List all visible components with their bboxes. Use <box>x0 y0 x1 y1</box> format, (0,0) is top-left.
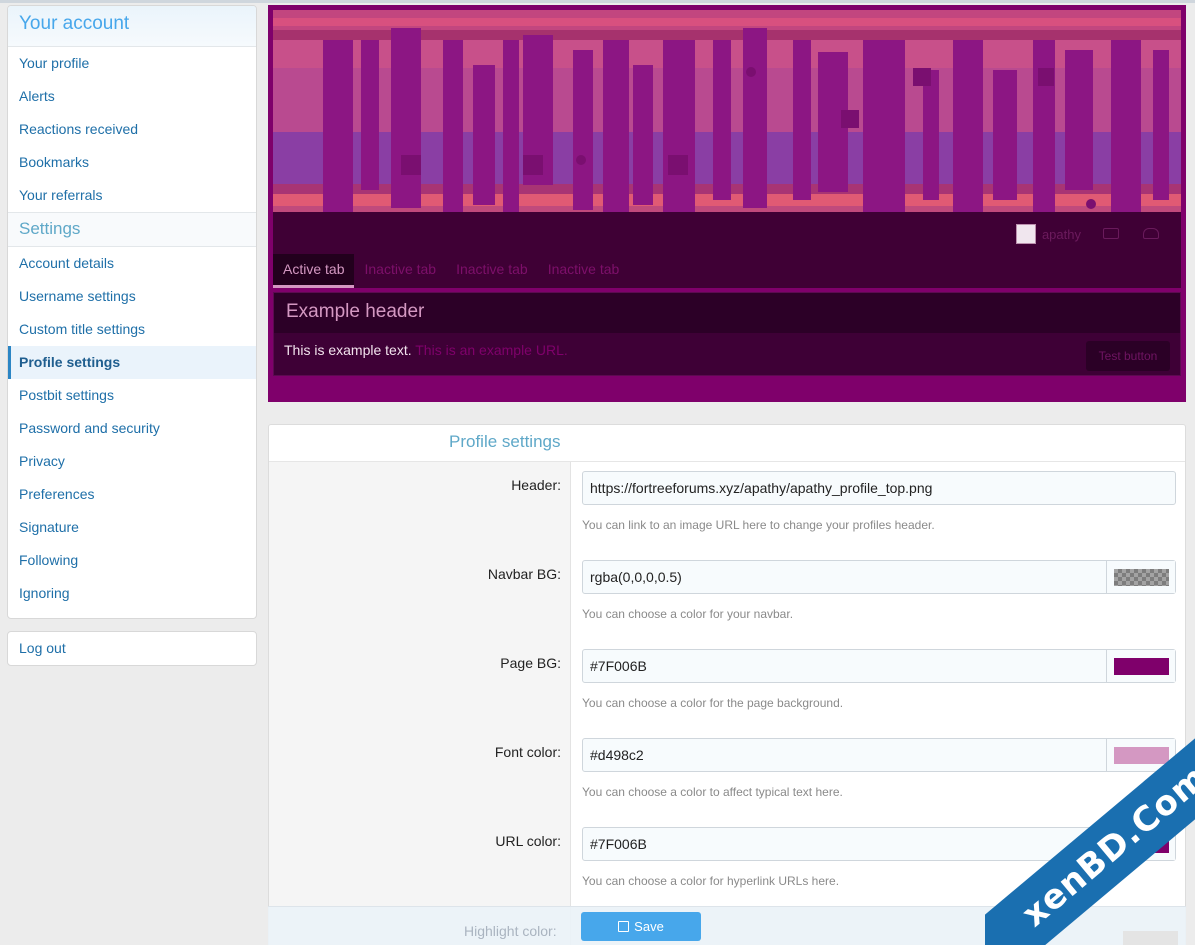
profile-settings-form: Profile settings Header: https://fortreef… <box>268 424 1186 945</box>
highlight-color-label: Highlight color: <box>464 923 557 939</box>
form-label-column <box>269 462 571 945</box>
sidebar-item-reactions-received[interactable]: Reactions received <box>8 113 256 146</box>
account-sidebar: Your account Your profile Alerts Reactions… <box>7 5 257 619</box>
test-button: Test button <box>1086 341 1170 371</box>
color-swatch <box>1114 747 1169 764</box>
save-button[interactable]: Save <box>581 912 701 941</box>
sidebar-item-privacy[interactable]: Privacy <box>8 445 256 478</box>
font-color-value: #d498c2 <box>590 747 644 763</box>
account-nav: Your profile Alerts Reactions received Book… <box>8 47 256 212</box>
font-color-hint: You can choose a color to affect typical… <box>582 785 843 799</box>
preview-navbar: apathy Active tab Inactive tab Inactive ta… <box>273 212 1181 288</box>
banner-pixel-art <box>273 10 1181 212</box>
navbar-bg-hint: You can choose a color for your navbar. <box>582 607 794 621</box>
example-block: Example header This is example text. Thi… <box>273 292 1181 376</box>
sidebar-item-signature[interactable]: Signature <box>8 511 256 544</box>
header-label: Header: <box>511 477 561 493</box>
page-bg-label: Page BG: <box>500 655 561 671</box>
sidebar-heading-account: Your account <box>8 6 256 47</box>
navbar-bg-label: Navbar BG: <box>487 566 561 582</box>
header-input[interactable]: https://fortreeforums.xyz/apathy/apathy_… <box>582 471 1176 505</box>
sidebar-item-account-details[interactable]: Account details <box>8 247 256 280</box>
sidebar-padding <box>8 610 256 618</box>
url-color-label: URL color: <box>495 833 561 849</box>
sidebar-item-your-profile[interactable]: Your profile <box>8 47 256 80</box>
navbar-bg-input[interactable]: rgba(0,0,0,0.5) <box>582 560 1176 594</box>
sidebar-item-username-settings[interactable]: Username settings <box>8 280 256 313</box>
save-bar: Highlight color: Save <box>268 906 1186 945</box>
example-text-body: This is example text. <box>284 342 412 358</box>
page-bg-hint: You can choose a color for the page back… <box>582 696 844 710</box>
sidebar-item-password-and-security[interactable]: Password and security <box>8 412 256 445</box>
bell-icon <box>1143 228 1159 239</box>
tab-active: Active tab <box>273 254 355 288</box>
navbar-bg-picker[interactable] <box>1106 561 1175 593</box>
envelope-icon <box>1103 228 1119 239</box>
url-color-picker[interactable] <box>1106 828 1175 860</box>
sidebar-item-following[interactable]: Following <box>8 544 256 577</box>
tab-inactive: Inactive tab <box>456 261 528 277</box>
sidebar-item-preferences[interactable]: Preferences <box>8 478 256 511</box>
preview-tabs: Active tab Inactive tab Inactive tab Inacti… <box>273 254 629 288</box>
sidebar-item-alerts[interactable]: Alerts <box>8 80 256 113</box>
tab-inactive: Inactive tab <box>364 261 437 277</box>
sidebar-item-bookmarks[interactable]: Bookmarks <box>8 146 256 179</box>
color-swatch <box>1114 658 1169 675</box>
page-bg-input[interactable]: #7F006B <box>582 649 1176 683</box>
highlight-color-swatch[interactable] <box>1123 931 1178 945</box>
save-icon <box>618 921 630 932</box>
tab-inactive: Inactive tab <box>547 261 620 277</box>
header-hint: You can link to an image URL here to cha… <box>582 518 935 532</box>
sidebar-item-ignoring[interactable]: Ignoring <box>8 577 256 610</box>
navbar-bg-value: rgba(0,0,0,0.5) <box>590 569 682 585</box>
sidebar-heading-settings: Settings <box>8 212 256 247</box>
example-url: This is an example URL. <box>415 342 568 358</box>
color-swatch <box>1114 569 1169 586</box>
page-bg-picker[interactable] <box>1106 650 1175 682</box>
profile-header-banner <box>273 10 1181 212</box>
color-swatch <box>1114 836 1169 853</box>
settings-nav: Account details Username settings Custom t… <box>8 247 256 610</box>
url-color-value: #7F006B <box>590 836 647 852</box>
font-color-input[interactable]: #d498c2 <box>582 738 1176 772</box>
logout-link[interactable]: Log out <box>7 631 257 666</box>
sidebar-item-profile-settings[interactable]: Profile settings <box>8 346 256 379</box>
form-title: Profile settings <box>269 425 1185 462</box>
preview-user: apathy <box>1015 224 1081 244</box>
preview-username: apathy <box>1041 226 1081 242</box>
top-border <box>0 0 1195 3</box>
font-color-label: Font color: <box>494 744 561 760</box>
sidebar-item-postbit-settings[interactable]: Postbit settings <box>8 379 256 412</box>
page-bg-value: #7F006B <box>590 658 647 674</box>
sidebar-item-custom-title-settings[interactable]: Custom title settings <box>8 313 256 346</box>
example-header: Example header <box>274 293 1180 333</box>
profile-preview: apathy Active tab Inactive tab Inactive ta… <box>268 5 1186 402</box>
url-color-input[interactable]: #7F006B <box>582 827 1176 861</box>
avatar <box>1015 224 1036 244</box>
font-color-picker[interactable] <box>1106 739 1175 771</box>
sidebar-item-your-referrals[interactable]: Your referrals <box>8 179 256 212</box>
save-label: Save <box>634 919 664 934</box>
header-value: https://fortreeforums.xyz/apathy/apathy_… <box>590 480 933 496</box>
url-color-hint: You can choose a color for hyperlink URL… <box>582 874 840 888</box>
example-text: This is example text. This is an example… <box>274 333 1180 367</box>
